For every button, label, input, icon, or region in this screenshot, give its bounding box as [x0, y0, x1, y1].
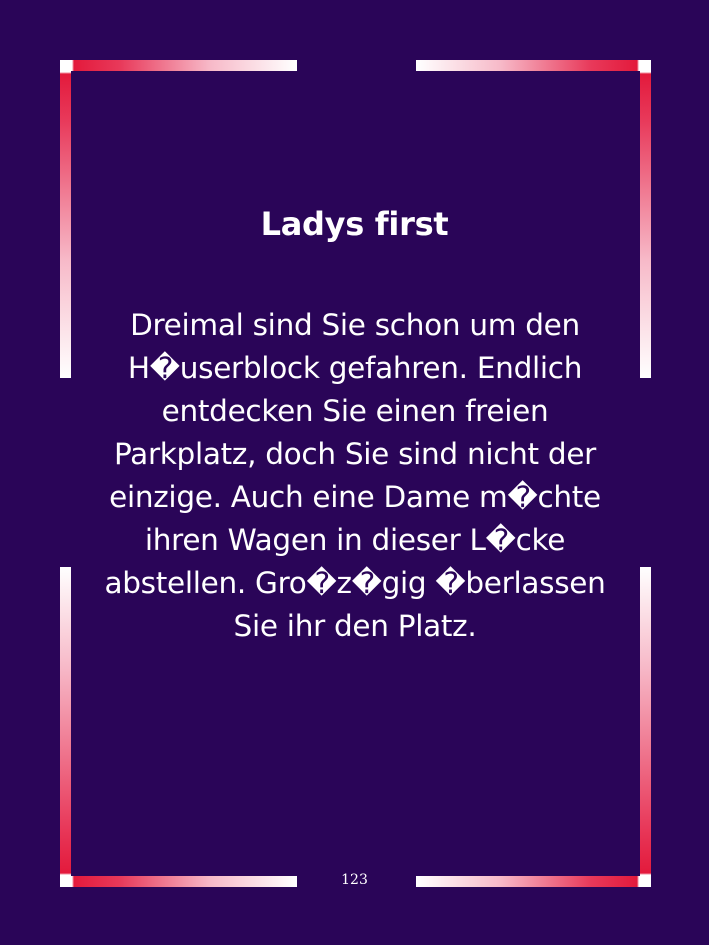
page-number: 123	[341, 872, 368, 888]
frame-left-bottom-bar	[60, 567, 71, 887]
body-paragraph: Dreimal sind Sie schon um den H�userbloc…	[104, 308, 606, 643]
frame-top-right-bar	[416, 60, 651, 71]
frame-top-left-bar	[60, 60, 297, 71]
frame-right-bottom-bar	[640, 567, 651, 887]
page-title: Ladys first	[260, 205, 449, 243]
